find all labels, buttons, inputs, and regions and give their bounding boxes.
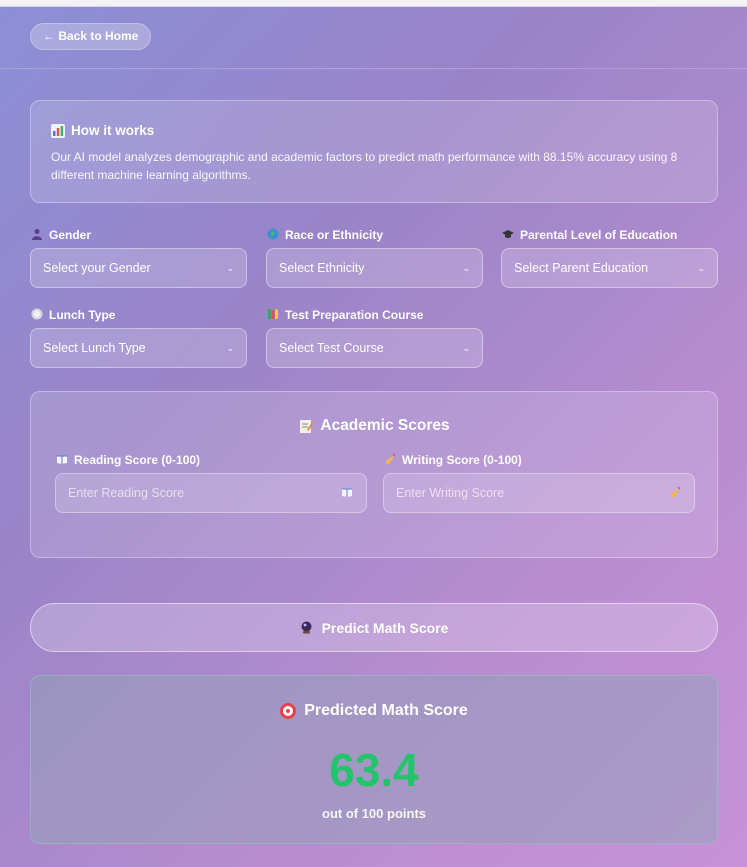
how-it-works-title: How it works xyxy=(71,123,155,138)
person-icon xyxy=(30,228,44,242)
parent-education-select-value: Select Parent Education xyxy=(514,261,649,275)
lunch-field: Lunch Type Select Lunch Type ⌄ xyxy=(30,307,247,368)
parent-education-select[interactable]: Select Parent Education ⌄ xyxy=(501,248,718,288)
academic-scores-title: Academic Scores xyxy=(320,417,450,434)
predict-math-score-button[interactable]: Predict Math Score xyxy=(30,603,718,652)
prediction-result-card: Predicted Math Score 63.4 out of 100 poi… xyxy=(30,675,718,844)
writing-score-field: Writing Score (0-100) Enter Writing Scor… xyxy=(383,452,695,513)
plate-icon xyxy=(30,308,44,322)
test-prep-label-text: Test Preparation Course xyxy=(285,308,424,322)
lunch-select-value: Select Lunch Type xyxy=(43,341,146,355)
academic-scores-heading: Academic Scores xyxy=(31,417,717,435)
chevron-down-icon: ⌄ xyxy=(462,262,470,273)
globe-icon xyxy=(266,228,280,242)
writing-hand-icon xyxy=(668,486,682,500)
result-title: Predicted Math Score xyxy=(304,702,468,719)
parent-education-field: Parental Level of Education Select Paren… xyxy=(501,227,718,288)
ethnicity-label-text: Race or Ethnicity xyxy=(285,228,384,242)
gender-label-text: Gender xyxy=(49,228,92,242)
chevron-down-icon: ⌄ xyxy=(697,262,705,273)
chart-icon xyxy=(51,123,65,138)
writing-hand-icon xyxy=(383,453,397,467)
writing-score-label: Writing Score (0-100) xyxy=(383,452,695,468)
predicted-score-subtitle: out of 100 points xyxy=(322,806,426,821)
chevron-down-icon: ⌄ xyxy=(226,262,234,273)
chevron-down-icon: ⌄ xyxy=(462,342,470,353)
lunch-label-text: Lunch Type xyxy=(49,308,116,322)
parent-education-label: Parental Level of Education xyxy=(501,227,718,243)
predict-button-label: Predict Math Score xyxy=(321,619,449,636)
graduation-cap-icon xyxy=(501,228,515,242)
test-prep-select[interactable]: Select Test Course ⌄ xyxy=(266,328,483,368)
header-bar: ← Back to Home xyxy=(0,7,747,69)
gender-select-value: Select your Gender xyxy=(43,261,151,275)
lunch-label: Lunch Type xyxy=(30,307,247,323)
books-icon xyxy=(266,308,280,322)
how-it-works-card: How it works Our AI model analyzes demog… xyxy=(30,100,718,203)
reading-score-field: Reading Score (0-100) Enter Reading Scor… xyxy=(55,452,367,513)
ethnicity-select[interactable]: Select Ethnicity ⌄ xyxy=(266,248,483,288)
test-prep-field: Test Preparation Course Select Test Cour… xyxy=(266,307,483,368)
predicted-score-value: 63.4 xyxy=(329,744,419,796)
how-it-works-text: Our AI model analyzes demographic and ac… xyxy=(51,150,678,182)
ethnicity-field: Race or Ethnicity Select Ethnicity ⌄ xyxy=(266,227,483,288)
lunch-select[interactable]: Select Lunch Type ⌄ xyxy=(30,328,247,368)
result-heading: Predicted Math Score xyxy=(31,702,717,720)
reading-score-label-text: Reading Score (0-100) xyxy=(74,453,201,467)
book-icon xyxy=(340,486,354,500)
gender-select[interactable]: Select your Gender ⌄ xyxy=(30,248,247,288)
writing-score-placeholder: Enter Writing Score xyxy=(396,486,505,500)
crystal-ball-icon xyxy=(300,621,314,635)
test-prep-select-value: Select Test Course xyxy=(279,341,384,355)
book-icon xyxy=(55,453,69,467)
reading-score-input[interactable]: Enter Reading Score xyxy=(55,473,367,513)
test-prep-label: Test Preparation Course xyxy=(266,307,483,323)
reading-score-placeholder: Enter Reading Score xyxy=(68,486,185,500)
ethnicity-select-value: Select Ethnicity xyxy=(279,261,365,275)
reading-score-label: Reading Score (0-100) xyxy=(55,452,367,468)
how-it-works-heading: How it works xyxy=(51,123,697,138)
chevron-down-icon: ⌄ xyxy=(226,342,234,353)
gender-field: Gender Select your Gender ⌄ xyxy=(30,227,247,288)
writing-score-input[interactable]: Enter Writing Score xyxy=(383,473,695,513)
back-to-home-button[interactable]: ← Back to Home xyxy=(30,23,152,50)
gender-label: Gender xyxy=(30,227,247,243)
academic-scores-card: Academic Scores Reading Score (0-100) En… xyxy=(30,391,718,558)
ethnicity-label: Race or Ethnicity xyxy=(266,227,483,243)
target-icon xyxy=(280,703,297,719)
browser-top-strip xyxy=(0,0,747,7)
writing-score-label-text: Writing Score (0-100) xyxy=(402,453,522,467)
parent-education-label-text: Parental Level of Education xyxy=(520,228,678,242)
memo-icon xyxy=(298,418,314,434)
